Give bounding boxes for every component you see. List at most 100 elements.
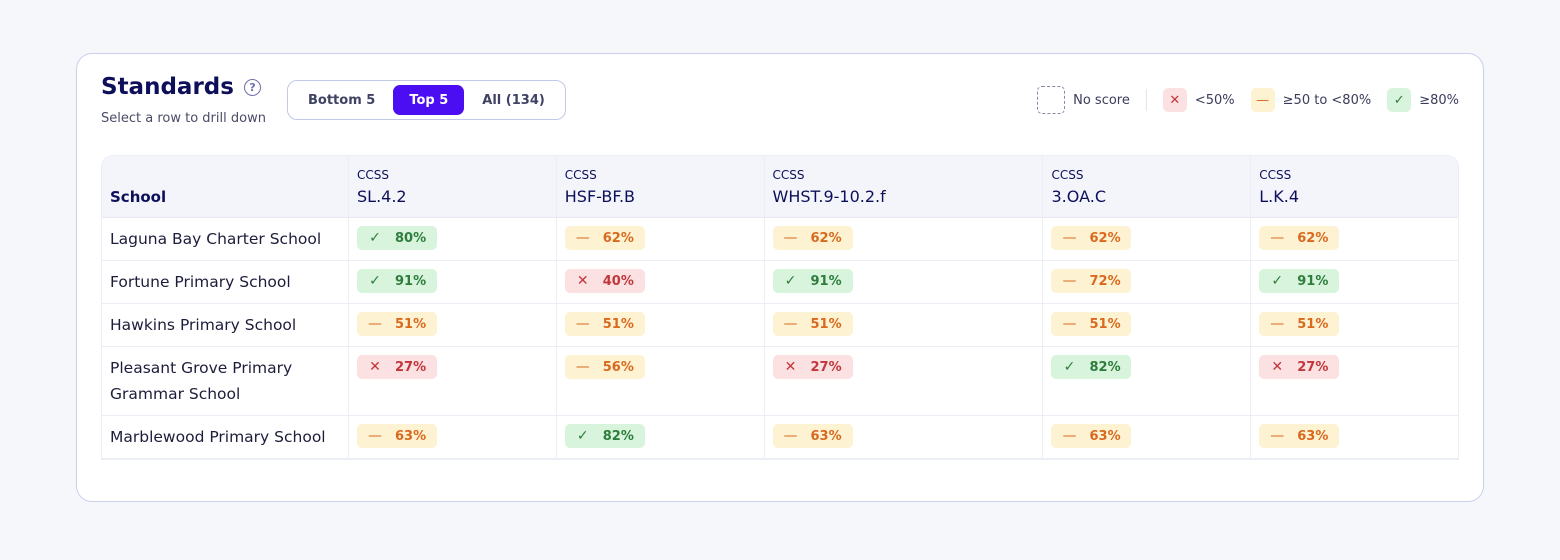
score-badge: ✕ 27% [772,355,853,379]
legend-mid: — ≥50 to <80% [1250,88,1371,112]
score-value: 40% [602,273,634,289]
column-header-standard[interactable]: CCSS 3.OA.C [1042,156,1251,218]
score-value: 63% [1297,428,1329,444]
score-cell[interactable]: — 51% [555,304,764,347]
standard-code: 3.OA.C [1051,187,1106,206]
dash-icon: — [1250,88,1275,112]
check-icon: ✓ [369,230,381,246]
x-icon: ✕ [1271,359,1284,375]
score-value: 91% [395,273,427,289]
score-cell[interactable]: — 51% [348,304,556,347]
x-icon: ✕ [576,273,589,289]
score-cell[interactable]: — 63% [1250,416,1458,459]
score-badge: ✕ 40% [564,269,645,293]
score-value: 51% [810,316,842,332]
score-cell[interactable]: — 62% [1250,218,1458,261]
filter-all-button[interactable]: All (134) [466,85,561,115]
school-name-cell: Pleasant Grove Primary Grammar School [102,347,348,416]
dash-icon: — [783,316,798,332]
score-value: 56% [602,359,634,375]
dash-icon: — [1270,428,1285,444]
standards-title: Standards ? [101,74,261,100]
question-circle-icon[interactable]: ? [243,78,261,96]
score-cell[interactable]: — 56% [555,347,764,416]
score-cell[interactable]: ✕ 27% [763,347,1043,416]
score-legend: No score ✕ <50% — ≥50 to <80% ✓ ≥80% [1037,86,1459,114]
legend-high: ✓ ≥80% [1387,88,1459,112]
score-badge: — 63% [1051,424,1132,448]
score-value: 91% [1297,273,1329,289]
dashed-square-icon [1037,86,1066,114]
score-cell[interactable]: — 63% [763,416,1043,459]
score-badge: — 62% [564,226,645,250]
score-value: 51% [602,316,634,332]
filter-top-5-button[interactable]: Top 5 [393,85,465,115]
score-value: 51% [1089,316,1121,332]
score-badge: — 51% [564,312,645,336]
school-header-label: School [110,188,167,206]
score-cell[interactable]: — 62% [555,218,764,261]
score-cell[interactable]: ✓ 82% [1042,347,1251,416]
standard-code: L.K.4 [1259,187,1299,206]
legend-high-label: ≥80% [1419,92,1459,108]
score-badge: ✓ 91% [357,269,437,293]
filter-bottom-5-button[interactable]: Bottom 5 [292,85,391,115]
score-value: 72% [1089,273,1121,289]
score-badge: — 63% [772,424,853,448]
score-value: 62% [1297,230,1329,246]
score-cell[interactable]: ✓ 80% [348,218,556,261]
table-row[interactable]: Laguna Bay Charter School ✓ 80% — 62% — 62% — 62… [102,218,1458,261]
standard-code: HSF-BF.B [564,187,636,206]
score-value: 63% [1089,428,1121,444]
column-header-standard[interactable]: CCSS HSF-BF.B [555,156,764,218]
school-name-cell: Laguna Bay Charter School [102,218,348,261]
x-icon: ✕ [369,359,381,375]
score-cell[interactable]: — 51% [763,304,1043,347]
column-header-standard[interactable]: CCSS WHST.9-10.2.f [763,156,1043,218]
table-row[interactable]: Hawkins Primary School — 51% — 51% — 51% — 51% — 5… [102,304,1458,347]
dash-icon: — [783,428,798,444]
score-cell[interactable]: — 62% [763,218,1043,261]
table-row[interactable]: Pleasant Grove Primary Grammar School ✕ 27… [102,347,1458,416]
score-cell[interactable]: ✓ 91% [763,261,1043,304]
score-cell[interactable]: — 72% [1042,261,1251,304]
score-cell[interactable]: ✓ 91% [1250,261,1458,304]
standard-framework: CCSS [1051,168,1084,182]
score-cell[interactable]: ✓ 91% [348,261,556,304]
subtitle: Select a row to drill down [101,111,266,126]
score-cell[interactable]: — 62% [1042,218,1251,261]
score-value: 51% [1297,316,1329,332]
score-cell[interactable]: ✕ 27% [348,347,556,416]
score-cell[interactable]: — 63% [348,416,556,459]
score-badge: ✓ 91% [1259,269,1340,293]
score-badge: — 63% [1259,424,1340,448]
score-cell[interactable]: — 51% [1042,304,1251,347]
table-row[interactable]: Fortune Primary School ✓ 91% ✕ 40% ✓ 91% — 72% ✓ 9… [102,261,1458,304]
dash-icon: — [368,316,382,332]
dash-icon: — [575,230,590,246]
x-icon: ✕ [784,359,797,375]
school-name-cell: Marblewood Primary School [102,416,348,459]
score-badge: — 51% [772,312,853,336]
standard-code: WHST.9-10.2.f [772,187,886,206]
column-header-standard[interactable]: CCSS L.K.4 [1250,156,1458,218]
score-cell[interactable]: — 51% [1250,304,1458,347]
score-cell[interactable]: ✓ 82% [555,416,764,459]
legend-low: ✕ <50% [1162,88,1235,112]
standards-card: Standards ? Select a row to drill down B… [76,53,1484,502]
score-cell[interactable]: — 63% [1042,416,1251,459]
score-badge: ✕ 27% [357,355,437,379]
score-badge: ✓ 82% [564,424,645,448]
dash-icon: — [783,230,798,246]
score-value: 63% [810,428,842,444]
table-row[interactable]: Marblewood Primary School — 63% ✓ 82% — 63% — 63… [102,416,1458,459]
column-header-standard[interactable]: CCSS SL.4.2 [348,156,556,218]
score-badge: ✓ 91% [772,269,853,293]
score-cell[interactable]: ✕ 27% [1250,347,1458,416]
school-name-cell: Fortune Primary School [102,261,348,304]
score-badge: ✓ 82% [1051,355,1132,379]
score-cell[interactable]: ✕ 40% [555,261,764,304]
score-value: 27% [810,359,842,375]
legend-divider [1145,89,1147,111]
score-value: 62% [1089,230,1121,246]
